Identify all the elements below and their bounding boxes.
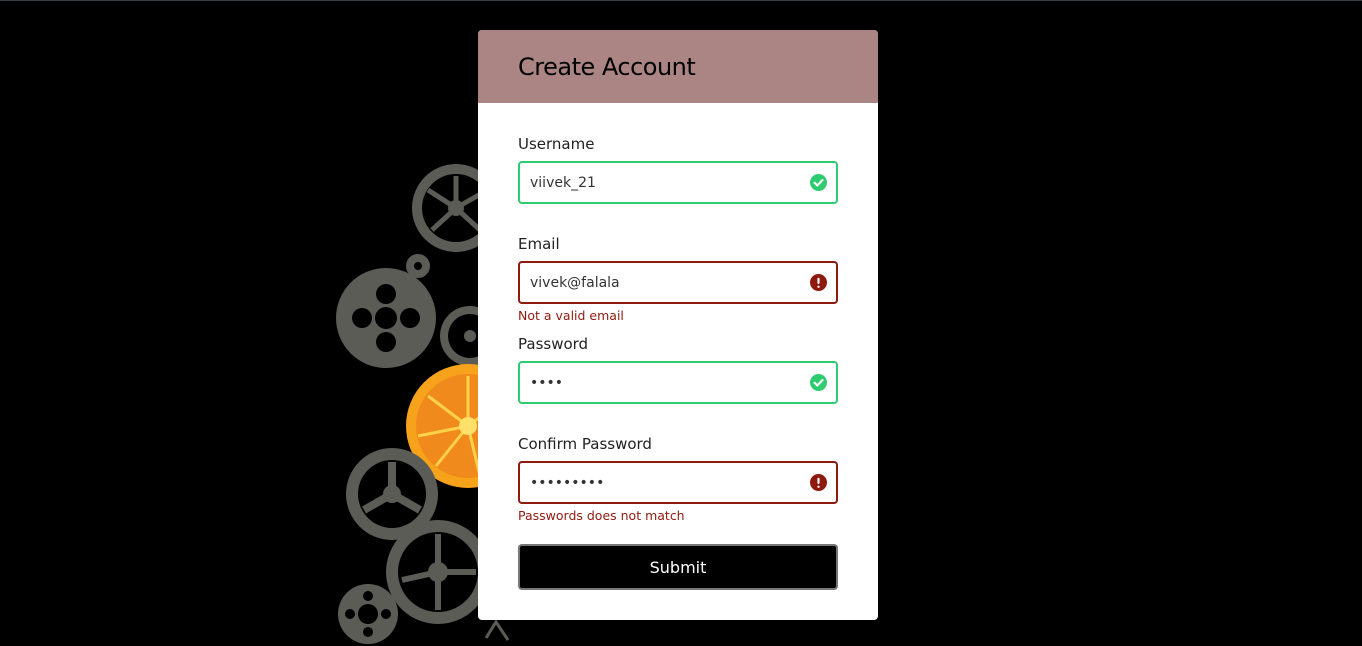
confirm-password-error-message: Passwords does not match: [518, 508, 685, 523]
username-label: Username: [518, 135, 595, 153]
confirm-password-label: Confirm Password: [518, 435, 652, 453]
password-input[interactable]: [530, 363, 800, 402]
check-circle-icon: [810, 374, 827, 391]
password-field: Password: [518, 335, 838, 404]
username-input[interactable]: [530, 163, 800, 202]
email-input[interactable]: [530, 263, 800, 302]
gear-icon: [386, 520, 490, 624]
confirm-password-input[interactable]: [530, 463, 800, 502]
submit-button[interactable]: Submit: [518, 544, 838, 590]
email-field: Email Not a valid email: [518, 235, 838, 323]
window-top-border: [0, 0, 1362, 1]
password-label: Password: [518, 335, 589, 353]
exclamation-circle-icon: [810, 274, 827, 291]
exclamation-circle-icon: [810, 474, 827, 491]
email-label: Email: [518, 235, 560, 253]
email-input-wrapper: [518, 261, 838, 304]
confirm-password-input-wrapper: [518, 461, 838, 504]
password-input-wrapper: [518, 361, 838, 404]
pointer-icon: [484, 619, 510, 641]
small-gear-icon: [338, 584, 398, 644]
username-field: Username: [518, 135, 838, 204]
card-header: Create Account: [478, 30, 878, 103]
email-error-message: Not a valid email: [518, 308, 624, 323]
username-input-wrapper: [518, 161, 838, 204]
confirm-password-field: Confirm Password Passwords does not matc…: [518, 435, 838, 523]
form-title: Create Account: [518, 52, 696, 81]
gear-icon: [336, 268, 436, 368]
check-circle-icon: [810, 174, 827, 191]
create-account-card: Create Account Username Email: [478, 30, 878, 620]
